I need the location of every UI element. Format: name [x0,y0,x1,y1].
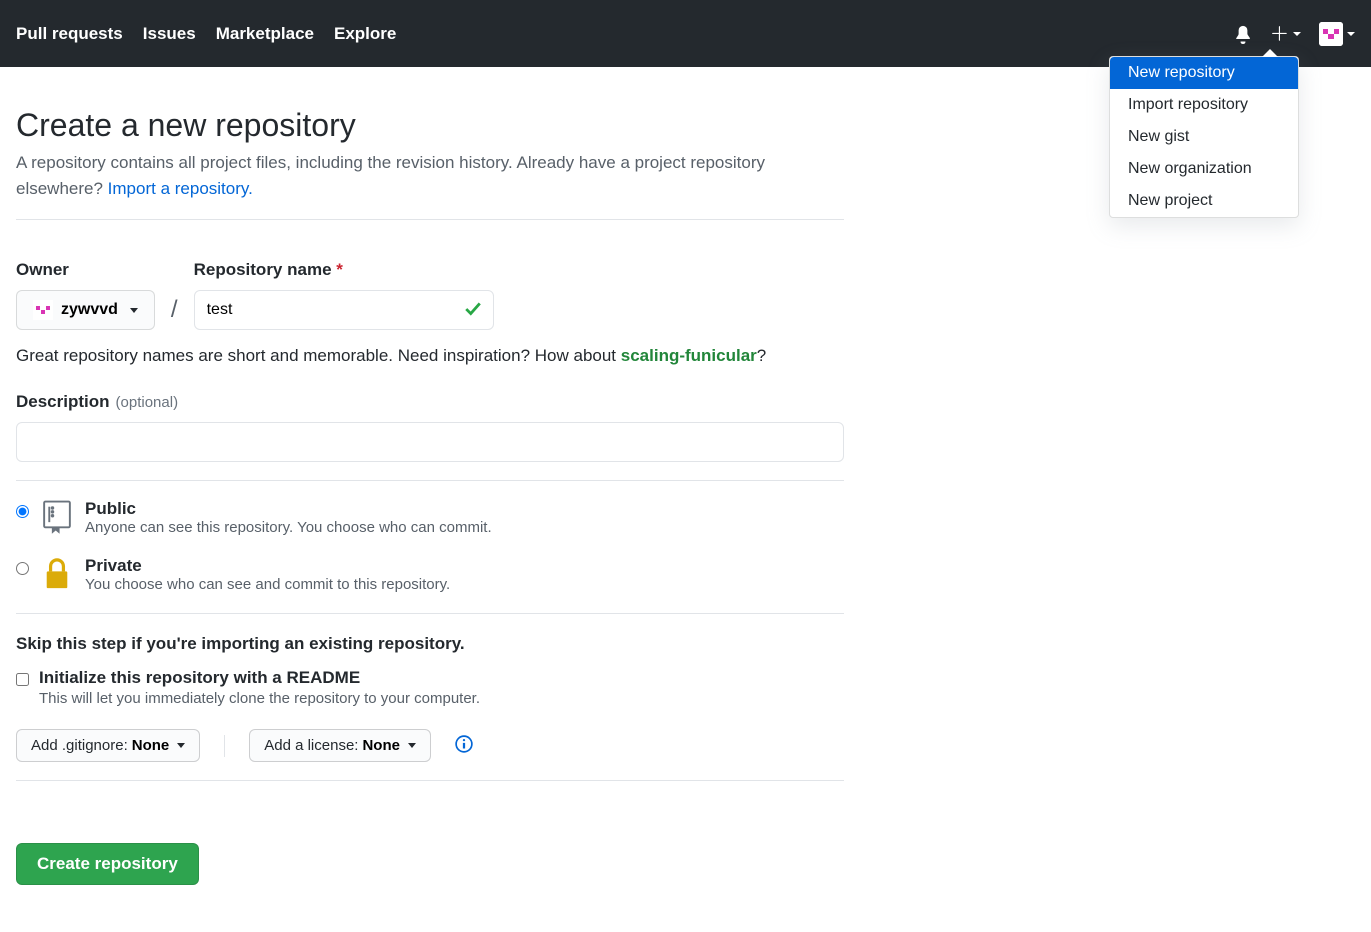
license-select[interactable]: Add a license: None [249,729,431,762]
repo-name-group: Repository name * [194,260,494,330]
user-menu[interactable] [1319,22,1355,46]
owner-label: Owner [16,260,155,280]
readme-desc: This will let you immediately clone the … [39,690,480,707]
dropdown-new-gist[interactable]: New gist [1110,121,1298,153]
visibility-private-radio[interactable] [16,562,29,575]
repo-name-label-text: Repository name [194,260,332,279]
options-row: Add .gitignore: None Add a license: None [16,729,844,762]
license-label: Add a license: [264,737,358,754]
caret-down-icon [1293,32,1301,36]
check-icon [464,300,482,321]
gitignore-label: Add .gitignore: [31,737,128,754]
create-new-menu[interactable] [1271,25,1301,43]
readme-checkbox-row[interactable]: Initialize this repository with a README… [16,668,844,707]
description-label: Description [16,392,110,412]
visibility-private-title: Private [85,556,450,576]
visibility-private-option[interactable]: Private You choose who can see and commi… [16,556,844,595]
gitignore-select[interactable]: Add .gitignore: None [16,729,200,762]
visibility-private-text: Private You choose who can see and commi… [85,556,450,593]
create-new-dropdown: New repository Import repository New gis… [1109,56,1299,218]
divider [16,480,844,481]
skip-import-text: Skip this step if you're importing an ex… [16,634,844,654]
description-optional: (optional) [116,394,179,411]
readme-checkbox[interactable] [16,673,29,686]
license-value: None [362,737,400,754]
dropdown-new-repository[interactable]: New repository [1110,57,1298,89]
nav-marketplace[interactable]: Marketplace [216,24,314,44]
public-repo-icon [41,499,73,538]
owner-value: zywvvd [61,301,118,319]
notifications-icon[interactable] [1233,24,1253,44]
nav-explore[interactable]: Explore [334,24,396,44]
avatar-icon [1319,22,1343,46]
repo-name-hint: Great repository names are short and mem… [16,346,844,366]
caret-down-icon [408,743,416,748]
dropdown-new-project[interactable]: New project [1110,185,1298,217]
global-header: Pull requests Issues Marketplace Explore… [0,0,1371,67]
nav-issues[interactable]: Issues [143,24,196,44]
nav-links: Pull requests Issues Marketplace Explore [16,24,396,44]
create-repository-button[interactable]: Create repository [16,843,199,885]
slash-separator: / [169,296,180,330]
visibility-public-title: Public [85,499,492,519]
description-input[interactable] [16,422,844,462]
gitignore-value: None [132,737,170,754]
owner-group: Owner zywvvd [16,260,155,330]
divider [16,780,844,781]
hint-suffix: ? [757,346,766,365]
caret-down-icon [177,743,185,748]
visibility-public-text: Public Anyone can see this repository. Y… [85,499,492,536]
hint-prefix: Great repository names are short and mem… [16,346,621,365]
import-repository-link[interactable]: Import a repository. [108,179,253,198]
repo-name-input[interactable] [194,290,494,330]
description-label-row: Description (optional) [16,392,844,412]
readme-text: Initialize this repository with a README… [39,668,480,707]
page-title: Create a new repository [16,107,844,144]
dropdown-new-organization[interactable]: New organization [1110,153,1298,185]
repo-name-label: Repository name * [194,260,494,280]
page-subhead: A repository contains all project files,… [16,150,844,201]
lock-icon [41,556,73,595]
visibility-public-radio[interactable] [16,505,29,518]
divider [16,219,844,220]
visibility-public-option[interactable]: Public Anyone can see this repository. Y… [16,499,844,538]
divider [16,613,844,614]
readme-title: Initialize this repository with a README [39,668,480,688]
main-container: Create a new repository A repository con… [0,67,860,925]
caret-down-icon [1347,32,1355,36]
header-right [1233,22,1355,46]
visibility-public-desc: Anyone can see this repository. You choo… [85,519,492,536]
required-asterisk: * [336,260,343,279]
nav-pull-requests[interactable]: Pull requests [16,24,123,44]
caret-down-icon [130,308,138,313]
vertical-divider [224,735,225,757]
owner-select[interactable]: zywvvd [16,290,155,330]
visibility-private-desc: You choose who can see and commit to thi… [85,576,450,593]
repo-name-input-wrap [194,290,494,330]
owner-avatar-icon [33,300,53,320]
info-icon[interactable] [455,735,473,756]
name-suggestion[interactable]: scaling-funicular [621,346,757,365]
dropdown-import-repository[interactable]: Import repository [1110,89,1298,121]
owner-repo-row: Owner zywvvd / Repository name * [16,260,844,330]
